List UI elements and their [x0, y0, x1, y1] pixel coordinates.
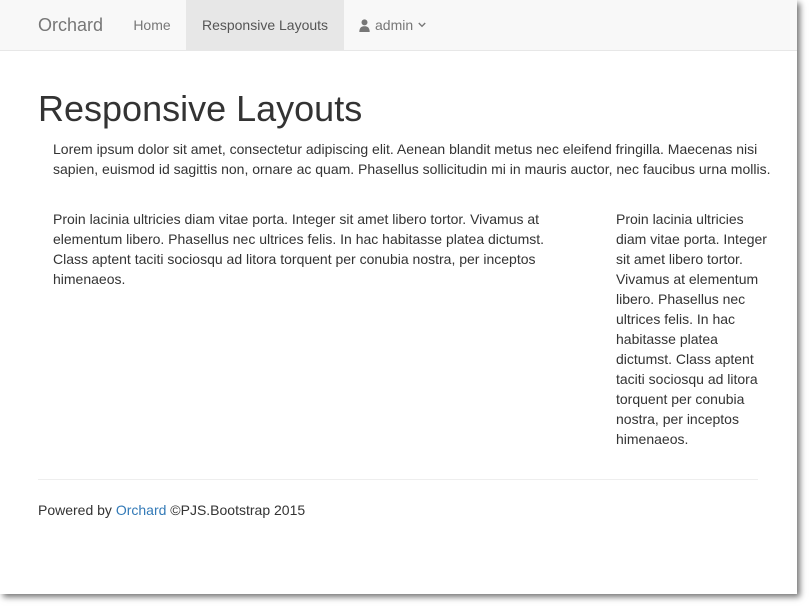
- chevron-down-icon: [418, 22, 426, 28]
- navbar: Orchard Home Responsive Layouts admin: [0, 0, 797, 51]
- page-title: Responsive Layouts: [38, 88, 363, 129]
- user-menu-dropdown[interactable]: admin: [344, 0, 444, 50]
- footer: Powered by Orchard ©PJS.Bootstrap 2015: [38, 500, 305, 520]
- nav-item-responsive-layouts[interactable]: Responsive Layouts: [186, 0, 344, 50]
- intro-paragraph: Lorem ipsum dolor sit amet, consectetur …: [53, 141, 771, 177]
- footer-orchard-link[interactable]: Orchard: [116, 502, 167, 518]
- footer-copyright: ©PJS.Bootstrap 2015: [170, 502, 306, 518]
- footer-divider: [38, 479, 758, 480]
- navbar-brand[interactable]: Orchard: [38, 14, 103, 36]
- footer-prefix: Powered by: [38, 502, 112, 518]
- user-icon: [359, 18, 370, 32]
- side-column-paragraph: Proin lacinia ultricies diam vitae porta…: [616, 211, 767, 447]
- user-menu-label: admin: [375, 17, 414, 33]
- nav-item-home[interactable]: Home: [118, 0, 186, 50]
- main-column-paragraph: Proin lacinia ultricies diam vitae porta…: [53, 211, 545, 287]
- browser-window: Orchard Home Responsive Layouts admin Re…: [0, 0, 797, 594]
